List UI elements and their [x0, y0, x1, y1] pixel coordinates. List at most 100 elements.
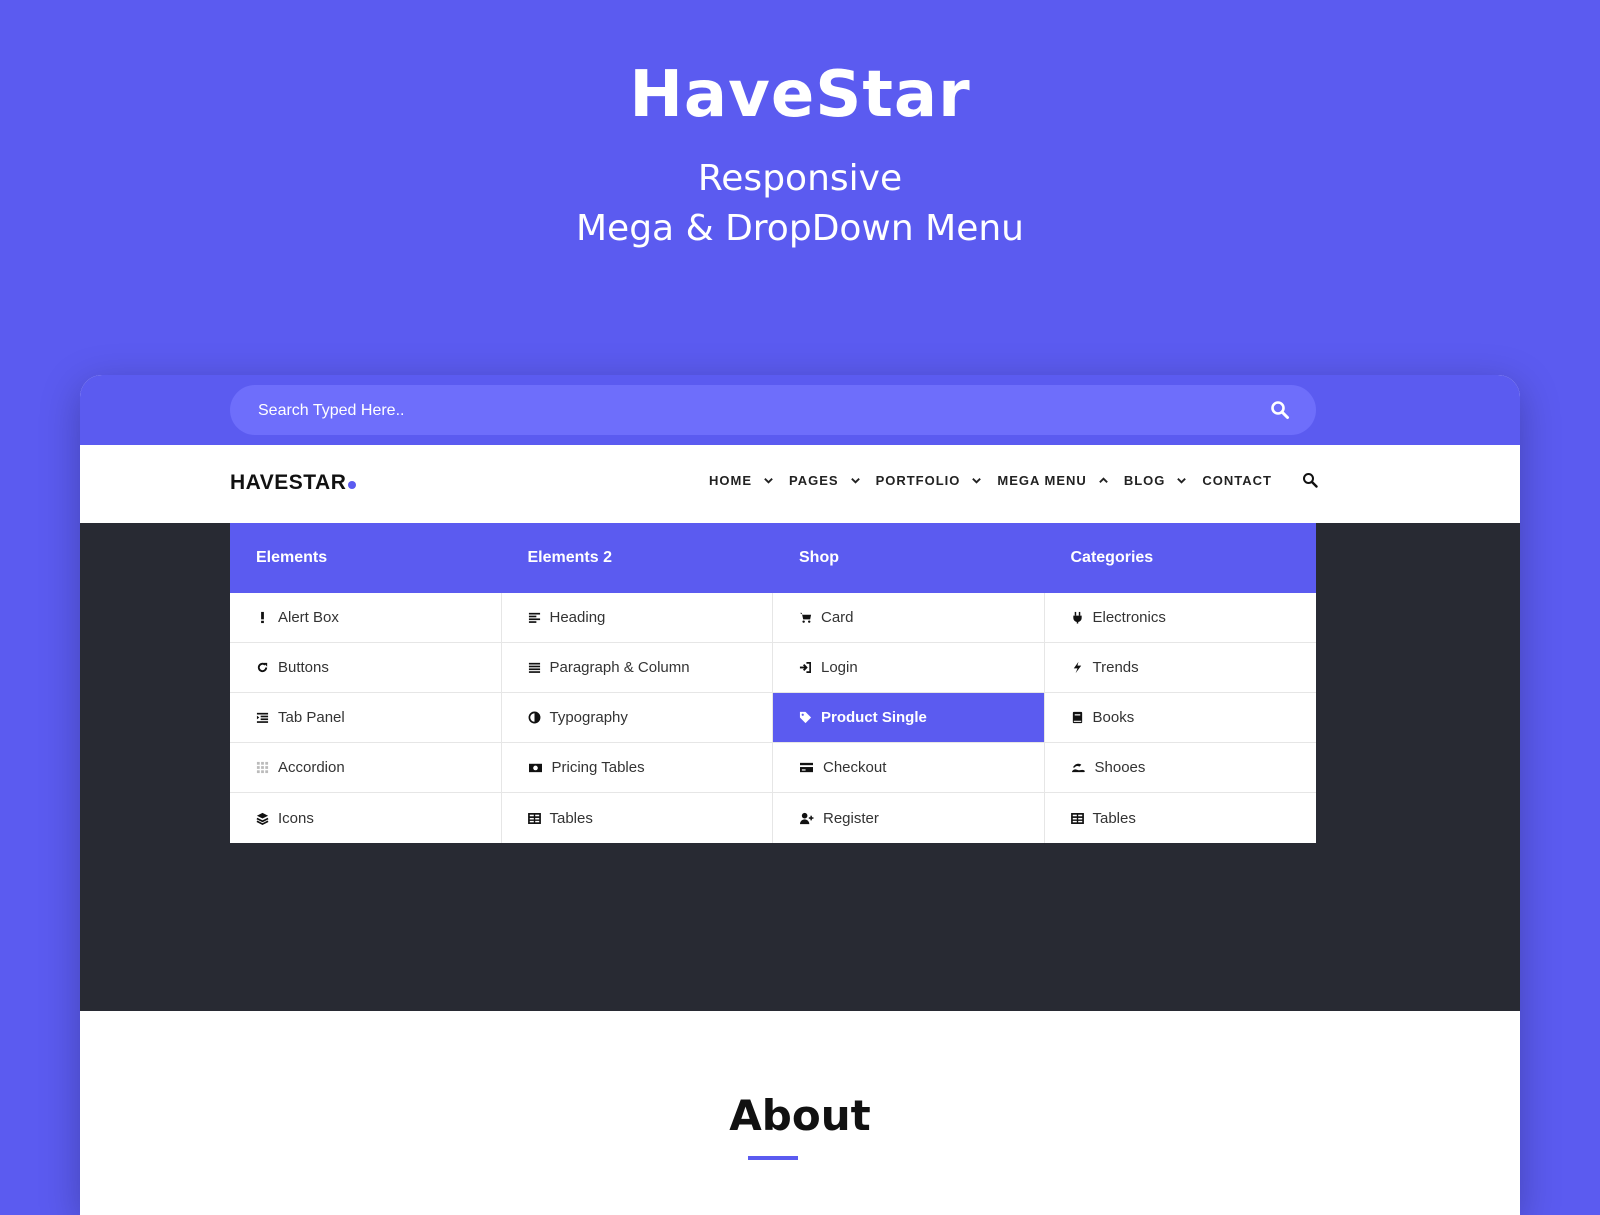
menu-item-icons[interactable]: Icons: [230, 793, 501, 843]
align-justify-icon: [528, 662, 540, 673]
user-plus-icon: [800, 812, 814, 824]
nav-blog-label: BLOG: [1123, 472, 1166, 488]
logo[interactable]: HAVESTAR: [230, 471, 357, 495]
hero-title: HaveStar: [629, 58, 971, 132]
logo-dot: [348, 481, 357, 489]
nav-home[interactable]: HOME: [709, 473, 789, 488]
about-heading: About: [729, 1091, 871, 1140]
nav-contact[interactable]: CONTACT: [1202, 473, 1272, 488]
menu-item-tables[interactable]: Tables: [502, 793, 773, 843]
menu-item-accordion[interactable]: Accordion: [230, 743, 501, 793]
menu-item-electronics[interactable]: Electronics: [1044, 593, 1316, 643]
menu-item-books[interactable]: Books: [1044, 693, 1316, 743]
chevron-down-icon: [850, 477, 860, 484]
about-section: About: [80, 1011, 1520, 1215]
money-icon: [528, 763, 542, 773]
heading-underline: [748, 1156, 798, 1160]
menu-item-card[interactable]: Card: [773, 593, 1044, 643]
menu-item-label: Pricing Tables: [551, 759, 645, 776]
menu-item-register[interactable]: Register: [773, 793, 1044, 843]
menu-item-label: Register: [823, 809, 879, 827]
menu-item-label: Books: [1092, 709, 1135, 726]
align-left-icon: [528, 612, 540, 623]
browser-preview-frame: HAVESTAR HOME PAGES PORTFOLIO MEGA MENU …: [80, 375, 1520, 1215]
mega-column-elements-2: Heading Paragraph & Column Typography Pr…: [501, 593, 773, 843]
chevron-down-icon: [764, 477, 773, 484]
layers-icon: [256, 812, 269, 825]
menu-item-label: Typography: [549, 709, 628, 726]
menu-item-label: Product Single: [821, 709, 927, 726]
menu-item-label: Login: [821, 659, 858, 676]
menu-item-pricing-tables[interactable]: Pricing Tables: [501, 743, 772, 793]
menu-item-label: Buttons: [278, 659, 329, 676]
chevron-up-icon: [1098, 476, 1108, 483]
menu-item-label: Heading: [549, 609, 606, 626]
search-bar-area: [80, 375, 1520, 445]
menu-item-buttons[interactable]: Buttons: [230, 643, 501, 693]
menu-item-label: Accordion: [278, 759, 345, 776]
list-indent-icon: [256, 712, 269, 723]
mega-column-elements: Alert Box Buttons Tab Panel Accordion Ic…: [230, 593, 502, 843]
menu-item-label: Tables: [1092, 809, 1136, 827]
menu-item-checkout[interactable]: Checkout: [773, 743, 1044, 793]
shoe-icon: [1071, 763, 1085, 773]
menu-item-tables-2[interactable]: Tables: [1045, 793, 1317, 843]
nav-mega-menu-label: MEGA MENU: [997, 472, 1087, 488]
mega-menu-body: Alert Box Buttons Tab Panel Accordion Ic…: [230, 593, 1316, 843]
menu-item-tab-panel[interactable]: Tab Panel: [230, 693, 501, 743]
nav-portfolio-label: PORTFOLIO: [875, 472, 961, 488]
credit-card-icon: [800, 762, 813, 773]
book-icon: [1072, 711, 1082, 724]
menu-item-shooes[interactable]: Shooes: [1044, 743, 1316, 793]
refresh-icon: [257, 662, 268, 673]
menu-item-label: Tab Panel: [278, 709, 345, 726]
column-heading-categories: Categories: [1070, 549, 1154, 566]
table-icon: [1070, 812, 1084, 824]
tag-icon: [799, 711, 812, 724]
nav-blog[interactable]: BLOG: [1124, 473, 1203, 488]
column-heading-shop: Shop: [799, 549, 839, 566]
menu-item-label: Shooes: [1094, 759, 1146, 776]
nav-mega-menu[interactable]: MEGA MENU: [997, 473, 1123, 488]
sign-in-icon: [799, 662, 811, 673]
menu-item-label: Electronics: [1092, 609, 1166, 626]
menu-item-heading[interactable]: Heading: [501, 593, 772, 643]
cart-icon: [799, 612, 812, 623]
menu-item-paragraph-column[interactable]: Paragraph & Column: [501, 643, 772, 693]
menu-item-label: Alert Box: [278, 609, 339, 626]
bolt-icon: [1073, 661, 1081, 674]
table-icon: [527, 812, 541, 824]
menu-item-alert-box[interactable]: Alert Box: [230, 593, 501, 643]
search-icon[interactable]: [1302, 472, 1318, 488]
chevron-down-icon: [1177, 477, 1187, 484]
exclamation-icon: [261, 611, 264, 624]
menu-item-product-single[interactable]: Product Single: [773, 693, 1044, 743]
mega-menu-headings: Elements Elements 2 Shop Categories: [230, 523, 1316, 593]
menu-item-label: Paragraph & Column: [549, 659, 690, 676]
nav-portfolio[interactable]: PORTFOLIO: [876, 473, 998, 488]
mega-column-shop: Card Login Product Single Checkout Regis…: [773, 593, 1045, 843]
nav-pages[interactable]: PAGES: [789, 473, 876, 488]
nav-pages-label: PAGES: [789, 472, 839, 488]
navbar: HAVESTAR HOME PAGES PORTFOLIO MEGA MENU …: [80, 445, 1520, 523]
plug-icon: [1072, 611, 1082, 624]
search-box: [230, 385, 1316, 435]
chevron-down-icon: [972, 477, 982, 484]
search-input[interactable]: [256, 398, 1240, 424]
menu-item-trends[interactable]: Trends: [1044, 643, 1316, 693]
menu-item-label: Checkout: [823, 759, 887, 776]
logo-text: HAVESTAR: [230, 471, 347, 494]
hero-subtitle-line2: Mega & DropDown Menu: [576, 208, 1024, 249]
hero-subtitle-line1: Responsive: [697, 158, 903, 199]
nav-contact-label: CONTACT: [1202, 472, 1272, 488]
menu-item-typography[interactable]: Typography: [501, 693, 772, 743]
mega-menu-dropdown: Elements Elements 2 Shop Categories Aler…: [230, 523, 1316, 843]
search-icon[interactable]: [1270, 400, 1290, 420]
main-nav: HOME PAGES PORTFOLIO MEGA MENU BLOG CONT…: [709, 472, 1318, 488]
mega-column-categories: Electronics Trends Books Shooes Tables: [1044, 593, 1317, 843]
menu-item-label: Card: [821, 609, 854, 626]
column-heading-elements-2: Elements 2: [527, 549, 612, 566]
menu-item-login[interactable]: Login: [773, 643, 1044, 693]
menu-item-label: Tables: [549, 809, 593, 827]
grid-dots-icon: [256, 761, 269, 774]
